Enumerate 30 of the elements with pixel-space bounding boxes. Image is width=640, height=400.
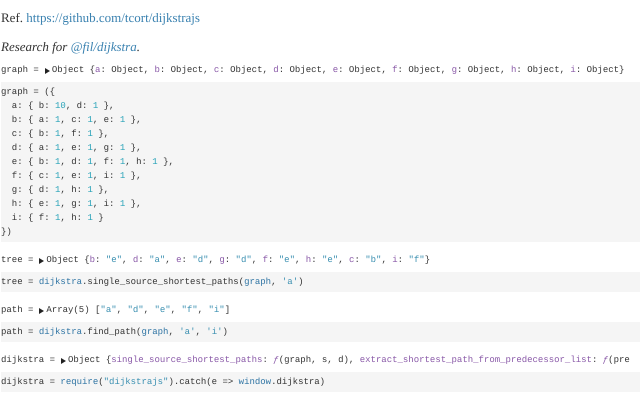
- code-line: path = dijkstra.find_path(graph, 'a', 'i'): [1, 326, 228, 339]
- code-line: c: { b: 1, f: 1 },: [10, 128, 110, 141]
- code-line: i: { f: 1, h: 1 }: [10, 212, 104, 225]
- caret-icon[interactable]: [38, 258, 44, 264]
- paragraph: Ref. https://github.com/tcort/dijkstrajs: [1, 9, 200, 27]
- code-line: graph = ({: [1, 86, 56, 99]
- caret-icon[interactable]: [38, 308, 44, 314]
- code-line: dijkstra = require("dijkstrajs").catch(e => window.dijkstra): [1, 376, 326, 389]
- value-summary: Array(5) ["a", "d", "e", "f", "i"]: [46, 304, 230, 318]
- code-line: e: { b: 1, d: 1, f: 1, h: 1 },: [10, 156, 174, 169]
- code-line: }): [1, 226, 12, 239]
- value-summary: Object {b: "e", d: "a", e: "d", g: "d", f: "e", h: "e", c: "b", i: "f"}: [46, 254, 430, 268]
- code-line: tree = dijkstra.single_source_shortest_paths(graph, 'a'): [1, 276, 304, 289]
- cell-name: tree =: [1, 254, 34, 268]
- link[interactable]: https://github.com/tcort/dijkstrajs: [26, 10, 200, 25]
- code-line: g: { d: 1, h: 1 },: [10, 184, 110, 197]
- code-line: h: { e: 1, g: 1, i: 1 },: [10, 198, 142, 211]
- caret-icon[interactable]: [44, 68, 50, 74]
- cell-name: graph =: [1, 64, 39, 78]
- paragraph: Research for @fil/dijkstra.: [1, 38, 140, 56]
- cell-name: dijkstra =: [1, 354, 56, 368]
- caret-icon[interactable]: [60, 358, 66, 364]
- value-summary: Object {single_source_shortest_paths: ƒ(graph, s, d), extract_shortest_path_from_predecessor_list: ƒ(pre: [68, 354, 630, 368]
- value-summary: Object {a: Object, b: Object, c: Object, d: Object, e: Object, f: Object, g: Object, h: Object, i: Object}: [52, 64, 624, 78]
- code-line: a: { b: 10, d: 1 },: [10, 100, 114, 113]
- cell-name: path =: [1, 304, 34, 318]
- code-line: d: { a: 1, e: 1, g: 1 },: [10, 142, 142, 155]
- code-line: f: { c: 1, e: 1, i: 1 },: [10, 170, 142, 183]
- link[interactable]: @fil/dijkstra: [70, 39, 137, 54]
- code-line: b: { a: 1, c: 1, e: 1 },: [10, 114, 142, 127]
